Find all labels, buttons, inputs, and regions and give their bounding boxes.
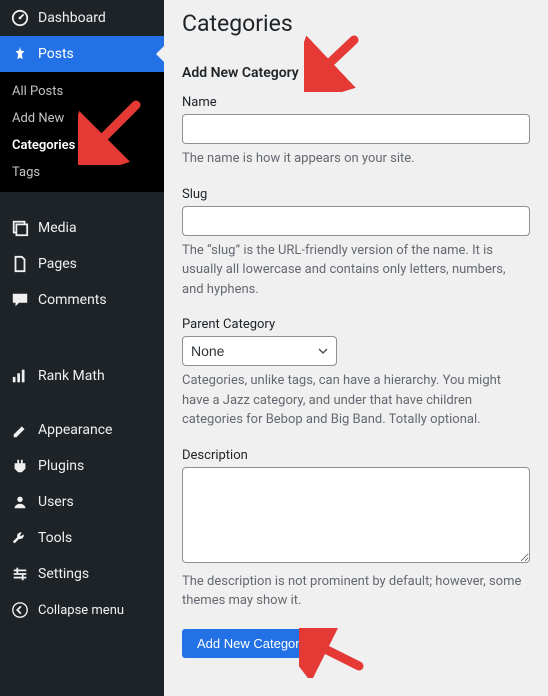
menu-label: Media	[38, 220, 77, 236]
settings-icon	[10, 564, 30, 584]
menu-label: Comments	[38, 292, 107, 308]
submenu-categories[interactable]: Categories	[0, 132, 164, 159]
menu-rank-math[interactable]: Rank Math	[0, 358, 164, 394]
collapse-label: Collapse menu	[38, 603, 124, 618]
menu-comments[interactable]: Comments	[0, 282, 164, 318]
description-textarea[interactable]	[182, 467, 530, 563]
menu-label: Pages	[38, 256, 77, 272]
name-label: Name	[182, 95, 530, 110]
menu-label: Rank Math	[38, 368, 105, 384]
users-icon	[10, 492, 30, 512]
field-description: Description The description is not promi…	[182, 448, 530, 611]
submenu-tags[interactable]: Tags	[0, 159, 164, 186]
comments-icon	[10, 290, 30, 310]
menu-media[interactable]: Media	[0, 210, 164, 246]
pages-icon	[10, 254, 30, 274]
parent-select[interactable]: None	[182, 336, 337, 366]
menu-label: Settings	[38, 566, 89, 582]
description-help: The description is not prominent by defa…	[182, 572, 530, 611]
arrow-annotation-icon	[304, 32, 364, 92]
submenu-all-posts[interactable]: All Posts	[0, 78, 164, 105]
pushpin-icon	[10, 44, 30, 64]
menu-plugins[interactable]: Plugins	[0, 448, 164, 484]
main-content: Categories Add New Category Name The nam…	[164, 0, 548, 696]
collapse-icon	[10, 600, 30, 620]
form-title: Add New Category	[182, 65, 530, 81]
plugins-icon	[10, 456, 30, 476]
appearance-icon	[10, 420, 30, 440]
name-help: The name is how it appears on your site.	[182, 149, 530, 169]
submenu-add-new[interactable]: Add New	[0, 105, 164, 132]
field-name: Name The name is how it appears on your …	[182, 95, 530, 169]
menu-tools[interactable]: Tools	[0, 520, 164, 556]
menu-label: Dashboard	[38, 10, 106, 26]
menu-users[interactable]: Users	[0, 484, 164, 520]
menu-label: Plugins	[38, 458, 84, 474]
parent-help: Categories, unlike tags, can have a hier…	[182, 371, 530, 430]
menu-label: Tools	[38, 530, 72, 546]
parent-label: Parent Category	[182, 317, 530, 332]
menu-label: Users	[38, 494, 74, 510]
add-category-button[interactable]: Add New Category	[182, 629, 321, 658]
collapse-menu[interactable]: Collapse menu	[0, 592, 164, 628]
rank-math-icon	[10, 366, 30, 386]
menu-pages[interactable]: Pages	[0, 246, 164, 282]
dashboard-icon	[10, 8, 30, 28]
menu-dashboard[interactable]: Dashboard	[0, 0, 164, 36]
slug-input[interactable]	[182, 206, 530, 236]
tools-icon	[10, 528, 30, 548]
menu-appearance[interactable]: Appearance	[0, 412, 164, 448]
description-label: Description	[182, 448, 530, 463]
field-slug: Slug The “slug” is the URL-friendly vers…	[182, 187, 530, 300]
admin-sidebar: Dashboard Posts All Posts Add New Catego…	[0, 0, 164, 696]
menu-posts[interactable]: Posts	[0, 36, 164, 72]
field-parent: Parent Category None Categories, unlike …	[182, 317, 530, 430]
menu-label: Posts	[38, 46, 74, 62]
posts-submenu: All Posts Add New Categories Tags	[0, 72, 164, 192]
slug-help: The “slug” is the URL-friendly version o…	[182, 241, 530, 300]
menu-settings[interactable]: Settings	[0, 556, 164, 592]
slug-label: Slug	[182, 187, 530, 202]
page-title: Categories	[182, 10, 530, 37]
name-input[interactable]	[182, 114, 530, 144]
media-icon	[10, 218, 30, 238]
menu-label: Appearance	[38, 422, 112, 438]
